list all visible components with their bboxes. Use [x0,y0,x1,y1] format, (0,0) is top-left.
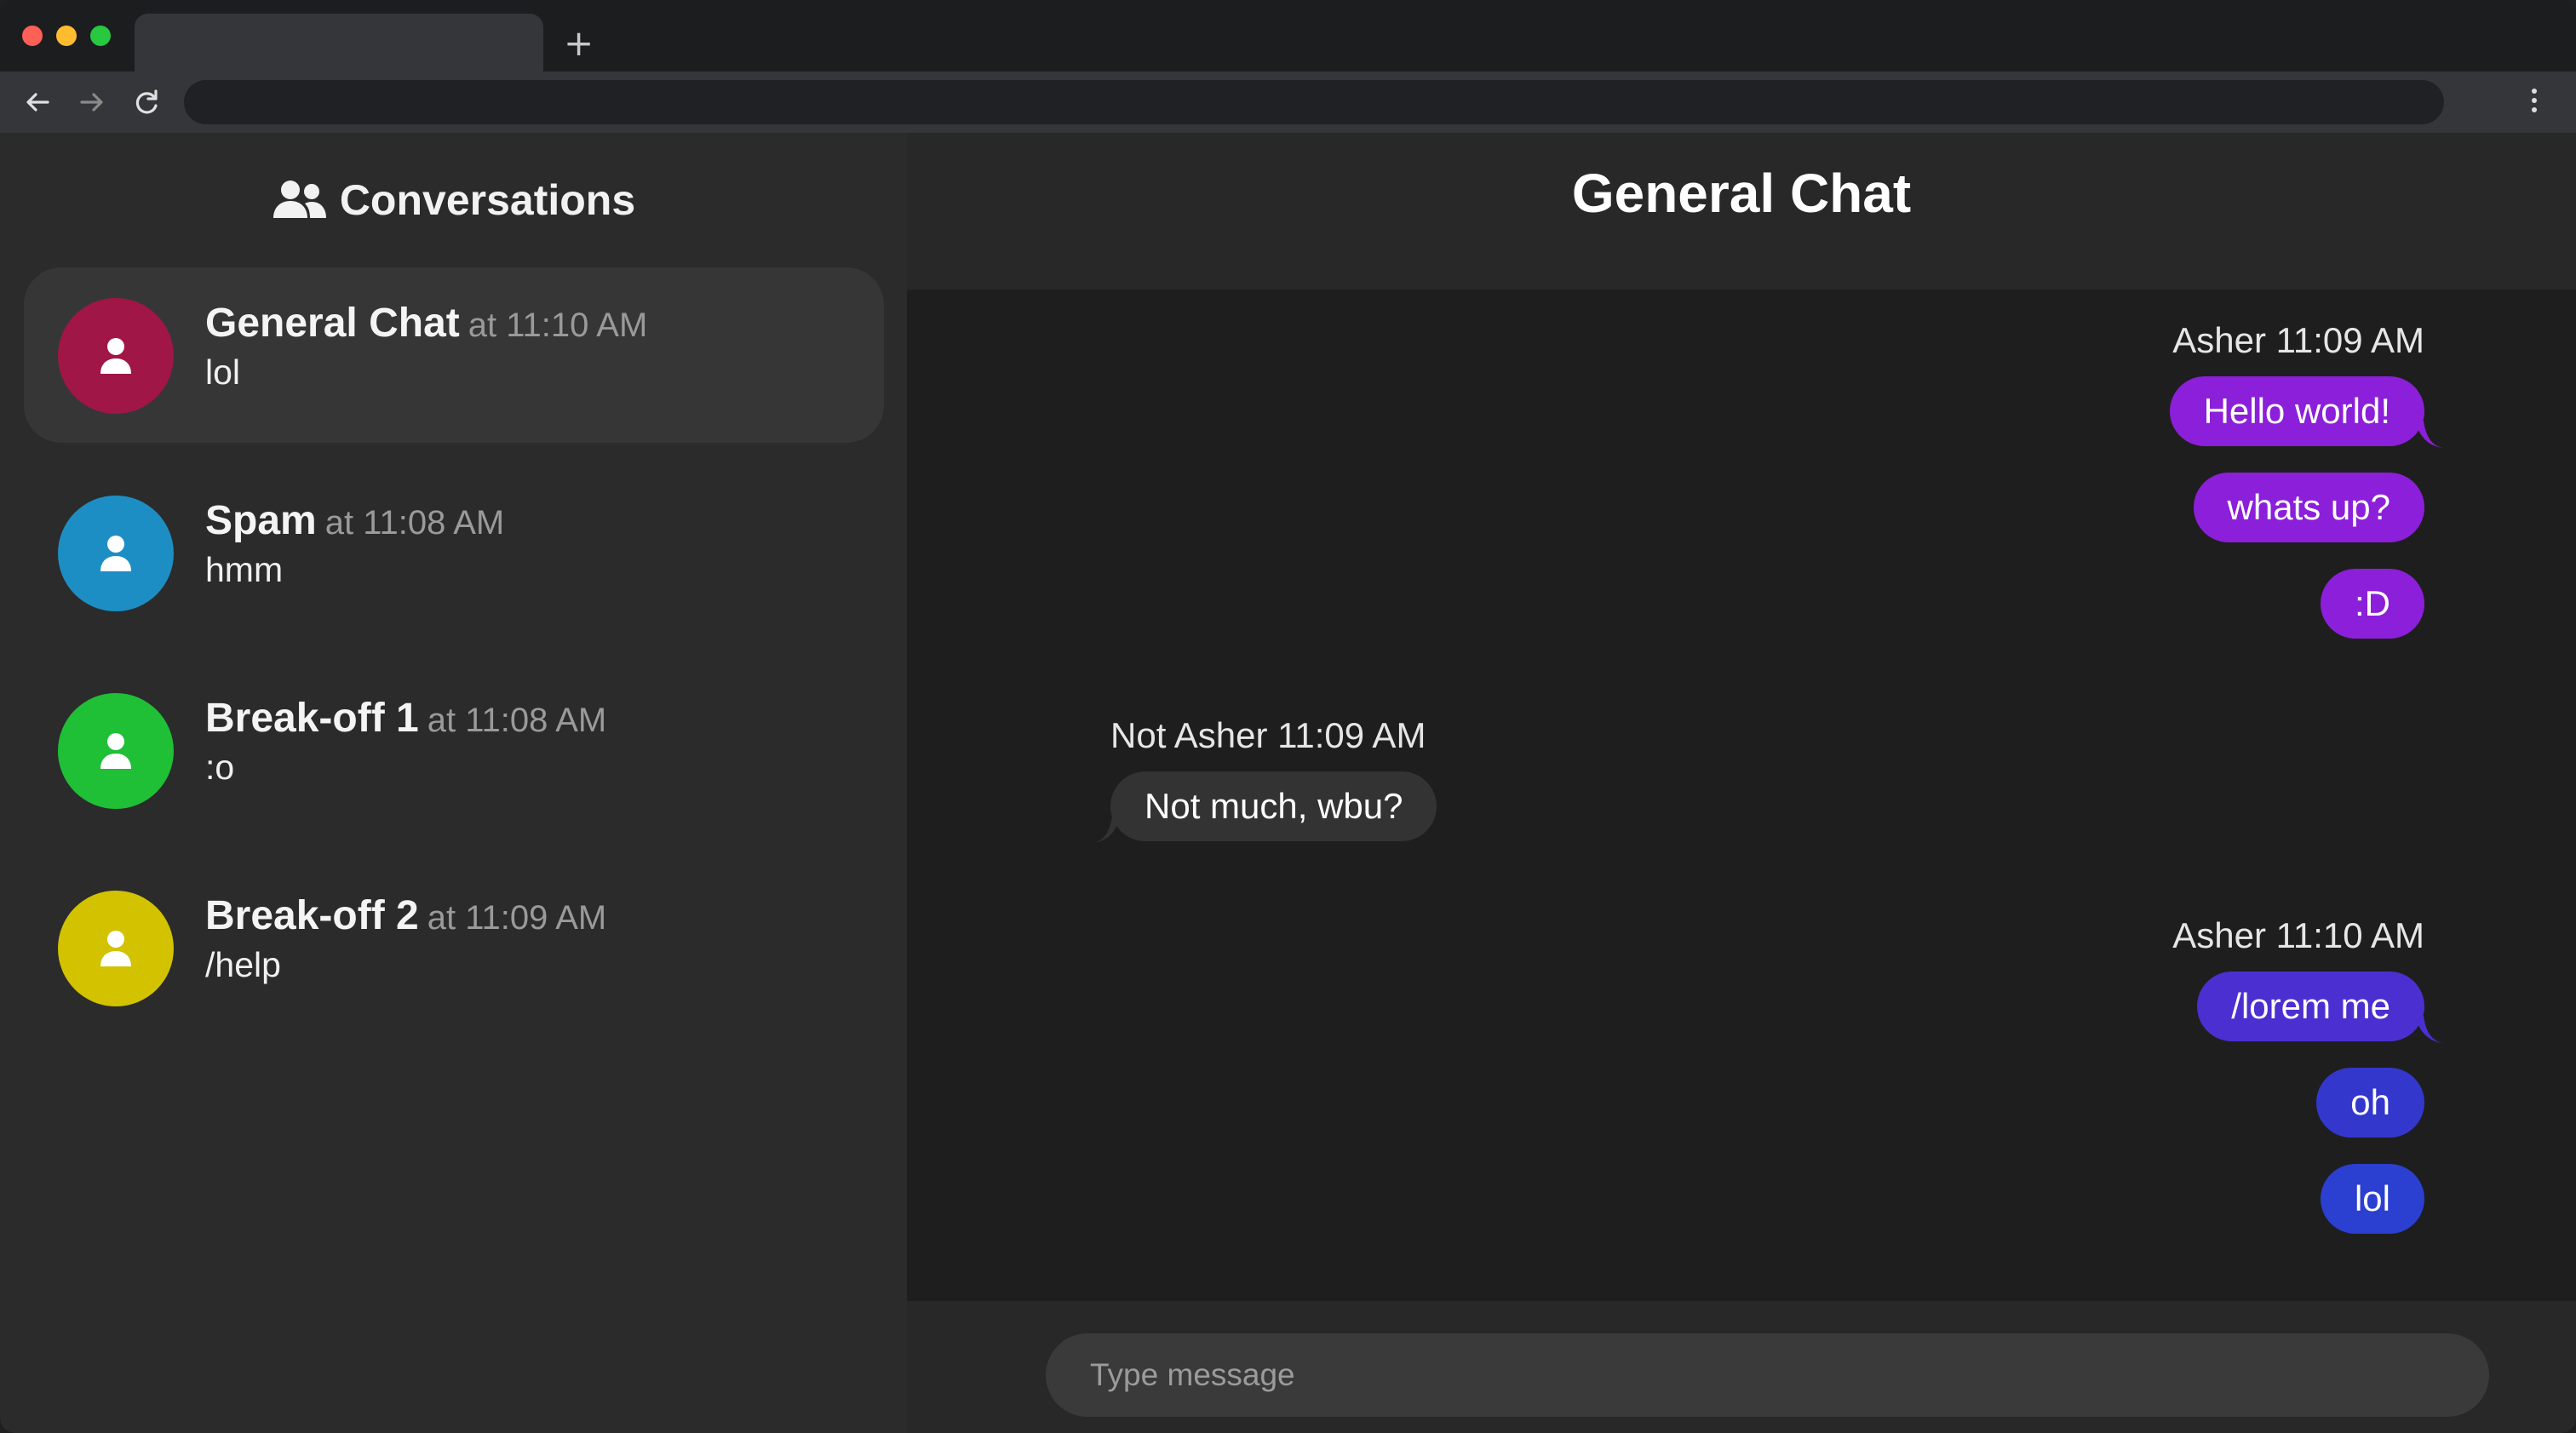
maximize-window-button[interactable] [90,26,111,46]
minimize-window-button[interactable] [56,26,77,46]
message-bubble[interactable]: oh [2316,1068,2424,1138]
conversation-time: at 11:08 AM [324,504,505,542]
sidebar-title: Conversations [339,176,636,224]
conversation-name: General Chat [205,301,460,346]
message-bubble[interactable]: :D [2321,569,2424,639]
address-bar[interactable] [184,80,2444,124]
conversation-last-message: lol [205,353,241,392]
message-bubble[interactable]: /lorem me [2197,972,2424,1041]
conversation-name: Break-off 2 [205,893,419,938]
conversation-name: Spam [205,498,317,543]
chat-title: General Chat [1571,163,1912,224]
conversation-time: at 11:08 AM [427,702,607,739]
avatar [58,298,174,414]
conversation-time: at 11:10 AM [468,307,648,344]
kebab-menu-icon[interactable] [2529,85,2539,119]
bubble-tail [2415,421,2444,448]
message-input[interactable] [1046,1333,2489,1417]
user-icon [100,338,131,374]
avatar [58,496,174,611]
forward-arrow-icon[interactable] [75,85,109,119]
conversation-item-spam[interactable]: Spam at 11:08 AM hmm [24,465,884,640]
message-meta: Asher 11:10 AM [2172,915,2424,955]
conversation-last-message: hmm [205,550,284,589]
message-bubble[interactable]: lol [2320,1164,2424,1234]
close-window-button[interactable] [22,26,43,46]
conversation-last-message: /help [205,945,281,984]
user-icon [100,931,131,966]
user-icon [100,733,131,769]
back-arrow-icon[interactable] [20,85,55,119]
message-bubble[interactable]: Hello world! [2169,376,2424,446]
new-tab-button[interactable]: + [564,19,594,68]
avatar [58,693,174,809]
conversation-item-general-chat[interactable]: General Chat at 11:10 AM lol [24,267,884,443]
reload-icon[interactable] [129,85,164,119]
bubble-tail [2415,1016,2444,1043]
conversation-time: at 11:09 AM [427,899,607,937]
conversation-item-break-off-2[interactable]: Break-off 2 at 11:09 AM /help [24,860,884,1035]
message-bubble[interactable]: Not much, wbu? [1110,771,1437,841]
message-bubble[interactable]: whats up? [2193,473,2424,542]
browser-tab[interactable] [135,14,543,72]
bubble-tail [1092,816,1121,843]
conversation-name: Break-off 1 [205,696,419,741]
conversation-last-message: :o [205,748,235,787]
avatar [58,891,174,1006]
conversation-item-break-off-1[interactable]: Break-off 1 at 11:08 AM :o [24,662,884,838]
user-icon [100,536,131,571]
sidebar-header: Conversations [0,170,907,230]
message-meta: Not Asher 11:09 AM [1110,715,1426,755]
browser-window: + Conversations General Chat at 11:10 AM … [0,0,2576,1433]
users-icon [273,181,326,218]
message-meta: Asher 11:09 AM [2172,320,2424,360]
